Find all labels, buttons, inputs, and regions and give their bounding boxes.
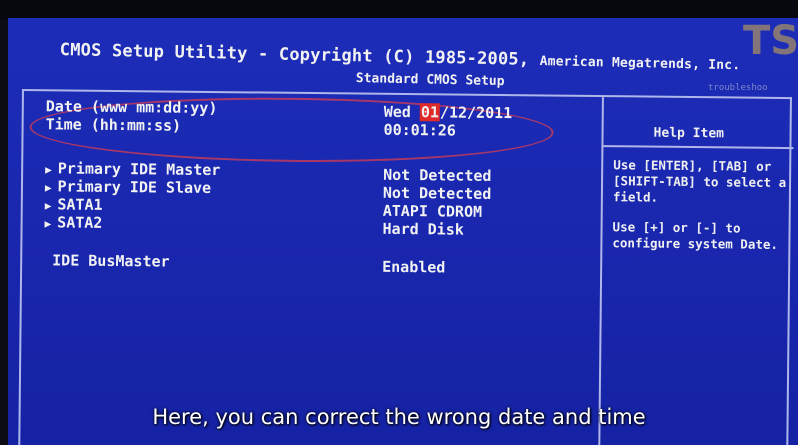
help-text: Use [ENTER], [TAB] or [SHIFT-TAB] to sel… — [612, 157, 793, 267]
date-field[interactable]: Wed 01/12/2011 — [384, 103, 513, 122]
ide-busmaster-label: IDE BusMaster — [52, 251, 170, 271]
ide-busmaster-value[interactable]: Enabled — [382, 258, 445, 277]
submenu-arrow-icon: ▶ — [44, 217, 52, 231]
date-label: Date (www mm:dd:yy) — [45, 97, 218, 118]
time-field[interactable]: 00:01:26 — [383, 121, 455, 140]
menu-item-label: SATA1 — [57, 195, 103, 214]
bios-title-vendor: American Megatrends, Inc. — [539, 54, 741, 74]
menu-item-label: SATA2 — [57, 213, 103, 232]
submenu-arrow-icon: ▶ — [44, 181, 52, 195]
bios-title: CMOS Setup Utility - Copyright (C) 1985-… — [60, 40, 741, 74]
date-rest[interactable]: /12/2011 — [440, 103, 512, 122]
menu-item-label: Primary IDE Slave — [57, 177, 212, 197]
help-text-navigation: Use [ENTER], [TAB] or [SHIFT-TAB] to sel… — [612, 157, 787, 205]
watermark-logo: TS — [743, 18, 798, 64]
primary-ide-slave-value: Not Detected — [382, 183, 492, 203]
help-text-configure: Use [+] or [-] to configure system Date. — [612, 219, 779, 252]
sata1-value: ATAPI CDROM — [382, 201, 483, 221]
page-title: Standard CMOS Setup — [355, 71, 505, 90]
setup-panel: Date (www mm:dd:yy) Wed 01/12/2011 Time … — [18, 89, 794, 445]
date-month-selected[interactable]: 01 — [419, 103, 441, 122]
menu-item-sata1[interactable]: ▶ SATA1 — [44, 195, 103, 214]
menu-item-label: Primary IDE Master — [57, 159, 221, 180]
help-divider — [598, 97, 604, 445]
submenu-arrow-icon: ▶ — [44, 199, 52, 213]
bios-screen: TS troubleshoo CMOS Setup Utility - Copy… — [8, 18, 798, 445]
time-label: Time (hh:mm:ss) — [45, 115, 182, 135]
primary-ide-master-value: Not Detected — [383, 165, 492, 185]
sata2-value: Hard Disk — [382, 219, 464, 239]
date-day: Wed — [383, 102, 420, 122]
watermark-subtext: troubleshoo — [708, 83, 768, 93]
menu-item-sata2[interactable]: ▶ SATA2 — [44, 213, 103, 232]
monitor-bezel — [0, 0, 798, 20]
menu-item-primary-ide-slave[interactable]: ▶ Primary IDE Slave — [45, 177, 211, 197]
help-title: Help Item — [653, 125, 725, 142]
submenu-arrow-icon: ▶ — [45, 163, 52, 177]
help-title-divider — [603, 145, 794, 150]
video-caption: Here, you can correct the wrong date and… — [152, 405, 646, 429]
bios-title-main: CMOS Setup Utility - Copyright (C) 1985-… — [59, 40, 540, 71]
menu-item-primary-ide-master[interactable]: ▶ Primary IDE Master — [45, 159, 220, 179]
